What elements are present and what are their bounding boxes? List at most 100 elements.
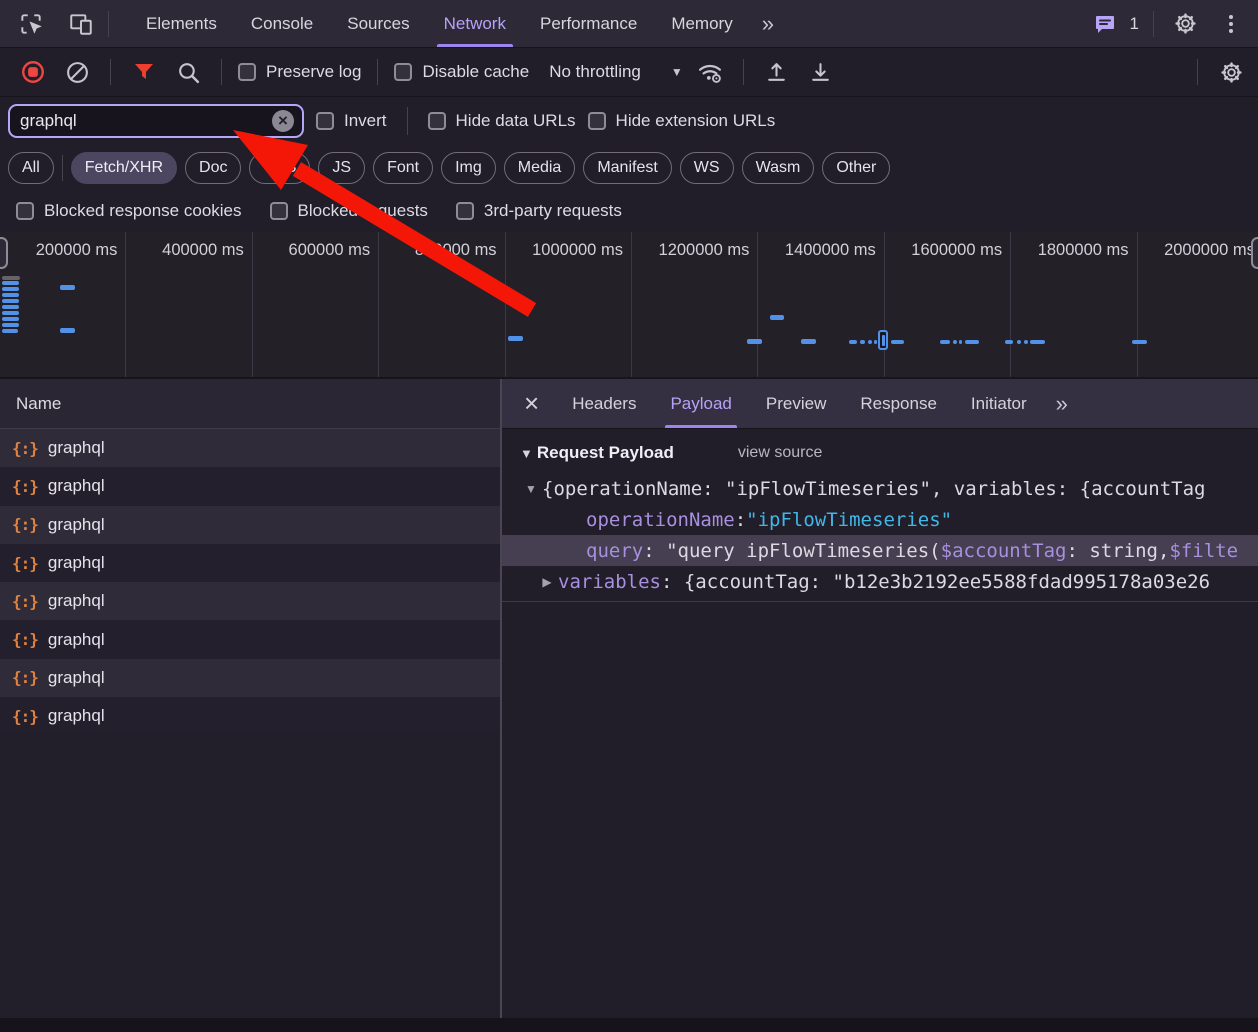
table-row[interactable]: {:}graphql	[0, 429, 500, 467]
filter-input[interactable]	[20, 111, 272, 131]
payload-tree-row[interactable]: query: "query ipFlowTimeseries($accountT…	[502, 535, 1258, 566]
waterfall-bar[interactable]	[2, 329, 18, 333]
payload-tree-row[interactable]: ▶variables: {accountTag: "b12e3b2192ee55…	[502, 566, 1258, 597]
tab-headers[interactable]: Headers	[555, 379, 653, 428]
waterfall-bar[interactable]	[953, 340, 957, 344]
device-toolbar-icon[interactable]	[64, 7, 98, 41]
filter-chip-media[interactable]: Media	[504, 152, 576, 184]
tab-performance[interactable]: Performance	[523, 0, 654, 47]
payload-tree-row[interactable]: operationName: "ipFlowTimeseries"	[502, 504, 1258, 535]
tab-memory[interactable]: Memory	[654, 0, 749, 47]
blocked-response-cookies-checkbox[interactable]: Blocked response cookies	[16, 201, 242, 221]
timeline-scroll-handle-right[interactable]	[1251, 237, 1258, 269]
twisty-icon[interactable]: ▶	[538, 575, 556, 589]
waterfall-bar[interactable]	[2, 281, 19, 285]
kebab-menu-icon[interactable]	[1216, 15, 1246, 33]
timeline-scroll-handle-left[interactable]	[0, 237, 8, 269]
waterfall-bar[interactable]	[2, 323, 19, 327]
filter-chip-wasm[interactable]: Wasm	[742, 152, 815, 184]
name-column-header[interactable]: Name	[0, 379, 500, 429]
filter-chip-img[interactable]: Img	[441, 152, 496, 184]
waterfall-bar[interactable]	[2, 317, 19, 321]
filter-chip-doc[interactable]: Doc	[185, 152, 241, 184]
tab-console[interactable]: Console	[234, 0, 330, 47]
filter-chip-fetchxhr[interactable]: Fetch/XHR	[71, 152, 177, 184]
network-conditions-icon[interactable]	[693, 55, 727, 89]
table-row[interactable]: {:}graphql	[0, 467, 500, 505]
import-har-icon[interactable]	[760, 55, 794, 89]
blocked-requests-checkbox[interactable]: Blocked requests	[270, 201, 428, 221]
filter-chip-manifest[interactable]: Manifest	[583, 152, 671, 184]
settings-gear-icon[interactable]	[1168, 7, 1202, 41]
search-icon[interactable]	[171, 55, 205, 89]
waterfall-bar[interactable]	[508, 336, 523, 341]
filter-chip-all[interactable]: All	[8, 152, 54, 184]
waterfall-bar[interactable]	[2, 276, 20, 280]
waterfall-bar[interactable]	[1024, 340, 1028, 344]
waterfall-bar[interactable]	[1017, 340, 1021, 344]
close-details-icon[interactable]: ×	[508, 379, 555, 428]
preserve-log-checkbox[interactable]: Preserve log	[238, 62, 361, 82]
payload-tree-row[interactable]: ▼{operationName: "ipFlowTimeseries", var…	[502, 473, 1258, 504]
view-source-link[interactable]: view source	[738, 444, 822, 462]
tab-payload[interactable]: Payload	[653, 379, 748, 428]
waterfall-bar[interactable]	[2, 293, 19, 297]
waterfall-bar[interactable]	[965, 340, 979, 344]
filter-chip-font[interactable]: Font	[373, 152, 433, 184]
waterfall-bar[interactable]	[868, 340, 872, 344]
waterfall-bar[interactable]	[1030, 340, 1045, 344]
details-more-tabs-icon[interactable]: »	[1044, 379, 1080, 428]
table-row[interactable]: {:}graphql	[0, 506, 500, 544]
waterfall-bar[interactable]	[747, 339, 762, 344]
table-row[interactable]: {:}graphql	[0, 659, 500, 697]
filter-chip-css[interactable]: CSS	[249, 152, 310, 184]
throttling-dropdown[interactable]: No throttling ▼	[549, 62, 683, 82]
table-row[interactable]: {:}graphql	[0, 582, 500, 620]
waterfall-bar[interactable]	[849, 340, 857, 344]
waterfall-bar[interactable]	[60, 285, 75, 290]
waterfall-bar[interactable]	[891, 340, 904, 344]
waterfall-bar[interactable]	[940, 340, 950, 344]
export-har-icon[interactable]	[804, 55, 838, 89]
table-row[interactable]: {:}graphql	[0, 620, 500, 658]
waterfall-bar[interactable]	[1005, 340, 1013, 344]
table-row[interactable]: {:}graphql	[0, 697, 500, 730]
filter-funnel-icon[interactable]	[127, 55, 161, 89]
filter-chip-other[interactable]: Other	[822, 152, 890, 184]
tab-sources[interactable]: Sources	[330, 0, 426, 47]
tab-initiator[interactable]: Initiator	[954, 379, 1044, 428]
network-overview-timeline[interactable]: 200000 ms400000 ms600000 ms800000 ms1000…	[0, 232, 1258, 379]
waterfall-bar[interactable]	[1132, 340, 1147, 344]
waterfall-bar[interactable]	[801, 339, 816, 344]
hide-data-urls-checkbox[interactable]: Hide data URLs	[428, 111, 576, 131]
clear-network-log-icon[interactable]	[60, 55, 94, 89]
request-payload-twisty-icon[interactable]: ▼	[520, 446, 533, 461]
waterfall-bar[interactable]	[2, 287, 19, 291]
twisty-icon[interactable]: ▼	[522, 482, 540, 496]
waterfall-bar[interactable]	[60, 328, 75, 333]
waterfall-bar[interactable]	[770, 315, 784, 320]
tab-response[interactable]: Response	[843, 379, 954, 428]
tab-preview[interactable]: Preview	[749, 379, 843, 428]
network-settings-gear-icon[interactable]	[1214, 55, 1248, 89]
table-row[interactable]: {:}graphql	[0, 544, 500, 582]
more-tabs-icon[interactable]: »	[750, 0, 786, 47]
clear-filter-icon[interactable]: ×	[272, 110, 294, 132]
record-network-log-icon[interactable]	[16, 55, 50, 89]
tab-elements[interactable]: Elements	[129, 0, 234, 47]
issues-icon[interactable]	[1088, 7, 1122, 41]
inspect-element-icon[interactable]	[14, 7, 48, 41]
tab-network[interactable]: Network	[427, 0, 523, 47]
waterfall-bar[interactable]	[2, 305, 19, 309]
waterfall-bar[interactable]	[860, 340, 865, 344]
waterfall-bar[interactable]	[874, 340, 877, 344]
invert-checkbox[interactable]: Invert	[316, 111, 387, 131]
waterfall-selected-marker[interactable]	[878, 330, 888, 350]
waterfall-bar[interactable]	[2, 299, 19, 303]
filter-chip-js[interactable]: JS	[318, 152, 365, 184]
waterfall-bar[interactable]	[2, 311, 19, 315]
-rd-party-requests-checkbox[interactable]: 3rd-party requests	[456, 201, 622, 221]
waterfall-bar[interactable]	[959, 340, 962, 344]
filter-chip-ws[interactable]: WS	[680, 152, 734, 184]
disable-cache-checkbox[interactable]: Disable cache	[394, 62, 529, 82]
